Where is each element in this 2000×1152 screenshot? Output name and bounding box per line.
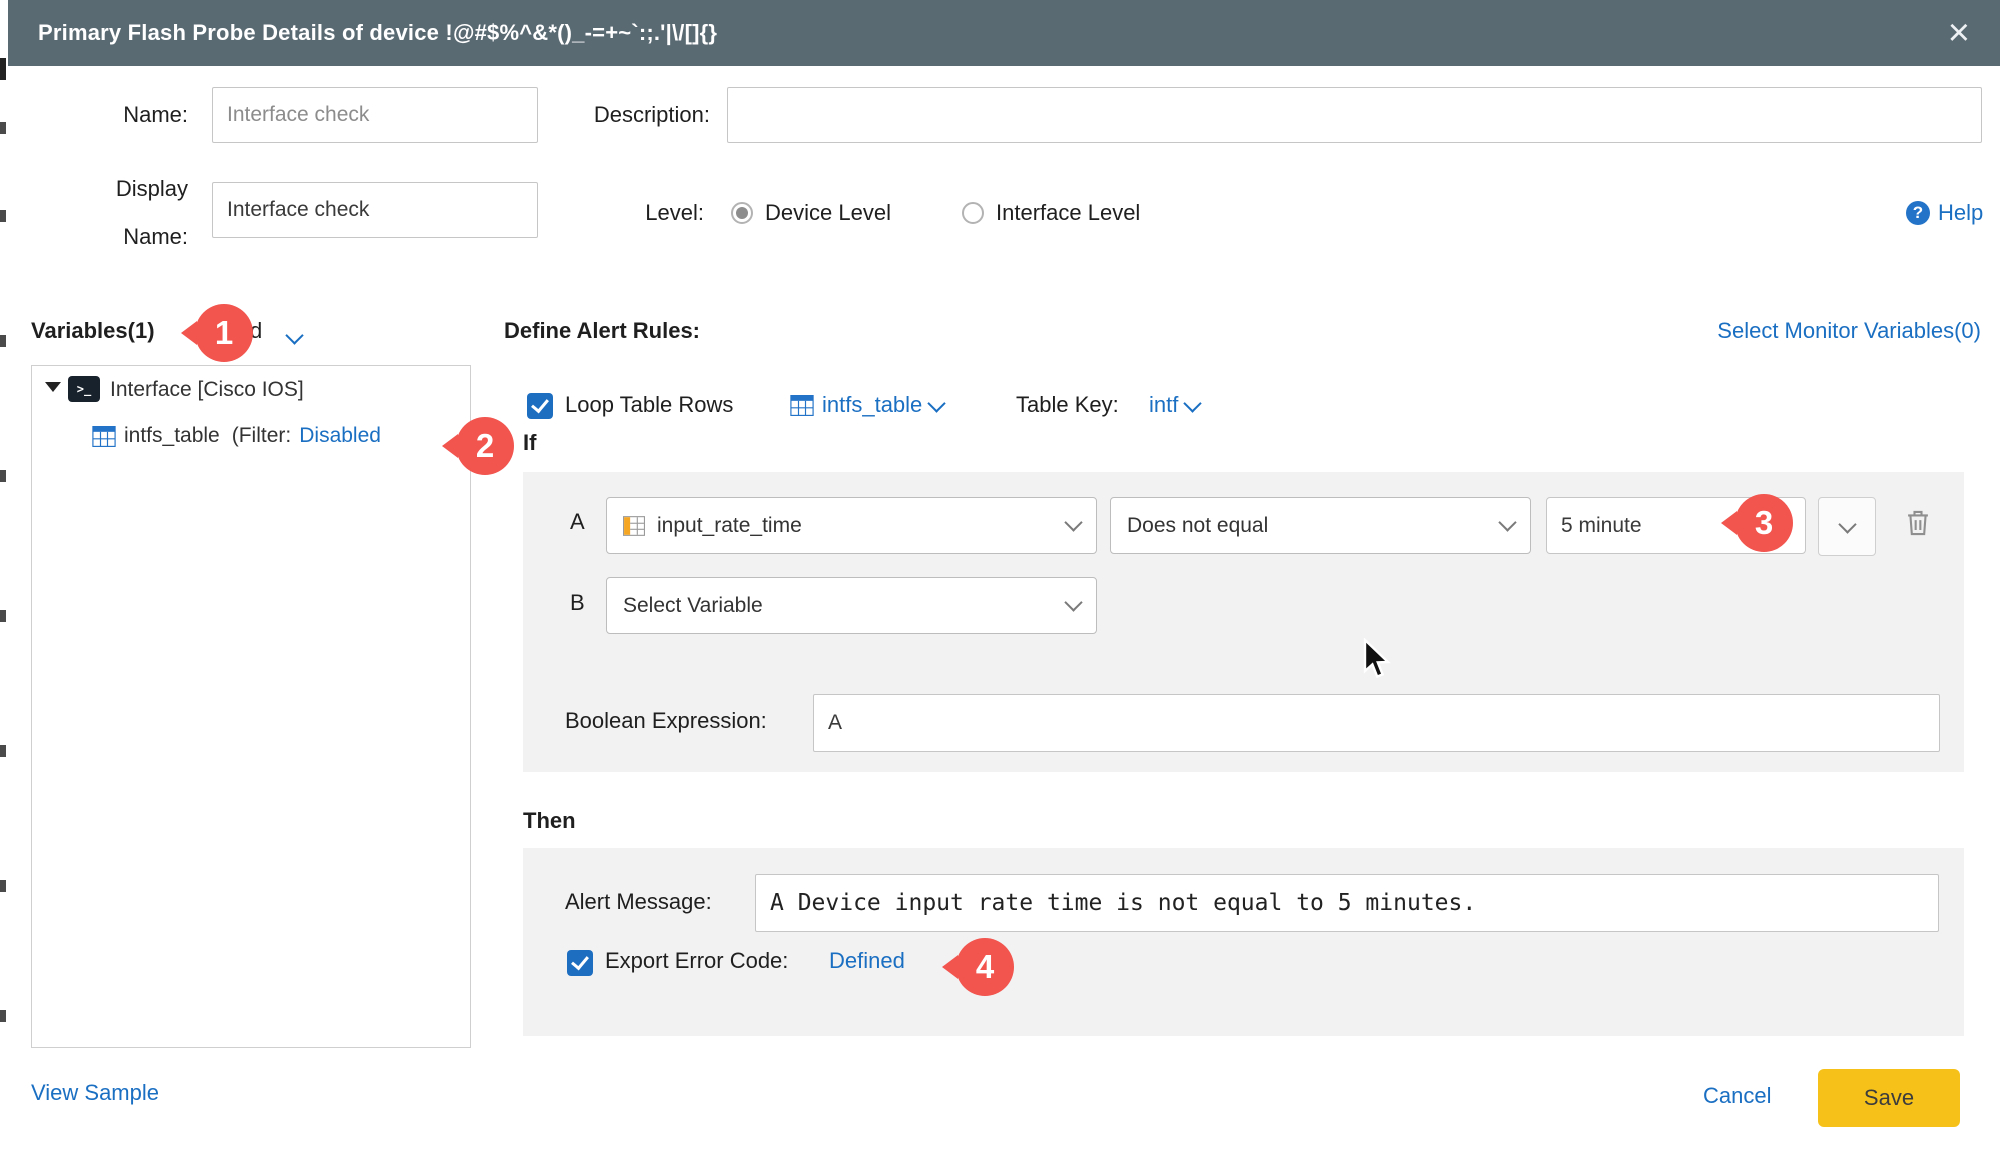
variables-tree-panel xyxy=(31,365,471,1048)
radio-device-level-label: Device Level xyxy=(765,200,891,226)
alert-rules-header: Define Alert Rules: xyxy=(504,318,700,344)
operator-a-value: Does not equal xyxy=(1127,514,1268,538)
tree-node-table[interactable]: intfs_table (Filter: Disabled xyxy=(92,424,381,448)
annotation-badge-2: 2 xyxy=(456,417,514,475)
value-a-dropdown-toggle[interactable] xyxy=(1818,497,1876,556)
terminal-icon: >_ xyxy=(68,376,100,402)
chevron-down-icon[interactable] xyxy=(285,326,303,344)
table-key-label: Table Key: xyxy=(1016,392,1119,418)
view-sample-link[interactable]: View Sample xyxy=(31,1080,159,1106)
chevron-down-icon xyxy=(1064,513,1082,531)
description-label: Description: xyxy=(560,102,710,128)
radio-interface-level[interactable] xyxy=(962,202,984,224)
variable-a-dropdown[interactable]: input_rate_time xyxy=(606,497,1097,554)
display-name-label: Display Name: xyxy=(40,165,188,261)
background-fragment xyxy=(0,335,6,347)
filter-prefix: (Filter: xyxy=(232,424,292,448)
variable-b-value: Select Variable xyxy=(623,594,763,618)
display-name-label-line1: Display xyxy=(116,176,188,201)
chevron-down-icon xyxy=(1838,515,1856,533)
cancel-button[interactable]: Cancel xyxy=(1703,1083,1771,1109)
tree-node-table-label: intfs_table xyxy=(124,424,220,448)
table-select-label: intfs_table xyxy=(822,392,922,418)
filter-value-link[interactable]: Disabled xyxy=(299,424,381,448)
name-label: Name: xyxy=(58,102,188,128)
annotation-badge-1: 1 xyxy=(195,304,253,362)
background-fragment xyxy=(0,1010,6,1022)
name-input[interactable] xyxy=(212,87,538,143)
table-key-dropdown[interactable]: intf xyxy=(1149,392,1199,418)
export-error-code-checkbox[interactable] xyxy=(567,950,593,976)
variable-b-dropdown[interactable]: Select Variable xyxy=(606,577,1097,634)
loop-table-rows-label: Loop Table Rows xyxy=(565,392,733,418)
radio-interface-level-label: Interface Level xyxy=(996,200,1140,226)
boolean-expression-input[interactable] xyxy=(813,694,1940,752)
row-a-label: A xyxy=(570,509,585,535)
row-b-label: B xyxy=(570,590,585,616)
dialog-titlebar: Primary Flash Probe Details of device !@… xyxy=(8,0,2000,66)
chevron-down-icon xyxy=(1064,593,1082,611)
operator-a-dropdown[interactable]: Does not equal xyxy=(1110,497,1531,554)
annotation-badge-4: 4 xyxy=(956,938,1014,996)
delete-rule-icon[interactable] xyxy=(1904,507,1932,544)
chevron-down-icon xyxy=(1184,394,1202,412)
level-label: Level: xyxy=(594,200,704,226)
help-label: Help xyxy=(1938,200,1983,226)
table-select-dropdown[interactable]: intfs_table xyxy=(790,392,943,418)
save-button[interactable]: Save xyxy=(1818,1069,1960,1127)
help-icon: ? xyxy=(1906,201,1930,225)
annotation-badge-3: 3 xyxy=(1735,494,1793,552)
table-icon xyxy=(92,426,116,447)
chevron-down-icon xyxy=(928,394,946,412)
select-monitor-variables-link[interactable]: Select Monitor Variables(0) xyxy=(1717,318,1981,344)
background-fragment xyxy=(0,880,6,892)
column-icon xyxy=(623,516,645,536)
radio-device-level[interactable] xyxy=(731,202,753,224)
display-name-input[interactable] xyxy=(212,182,538,238)
tree-expand-icon[interactable] xyxy=(45,382,61,392)
boolean-expression-label: Boolean Expression: xyxy=(565,708,767,734)
export-error-code-defined-link[interactable]: Defined xyxy=(829,948,905,974)
background-fragment xyxy=(0,210,6,222)
loop-table-rows-checkbox[interactable] xyxy=(527,393,553,419)
if-label: If xyxy=(523,430,536,456)
dialog-title: Primary Flash Probe Details of device !@… xyxy=(38,20,717,46)
background-fragment xyxy=(0,470,6,482)
alert-message-label: Alert Message: xyxy=(565,889,712,915)
chevron-down-icon xyxy=(1498,513,1516,531)
tree-node-device[interactable]: Interface [Cisco IOS] xyxy=(110,378,304,402)
screen: Primary Flash Probe Details of device !@… xyxy=(0,0,2000,1152)
background-fragment xyxy=(0,58,6,80)
table-icon xyxy=(790,395,814,416)
then-label: Then xyxy=(523,808,576,834)
display-name-label-line2: Name: xyxy=(123,224,188,249)
background-fragment xyxy=(0,745,6,757)
mouse-cursor xyxy=(1362,638,1392,680)
background-fragment xyxy=(0,610,6,622)
close-icon[interactable]: × xyxy=(1948,14,1970,52)
alert-message-input[interactable] xyxy=(755,874,1939,932)
variable-a-value: input_rate_time xyxy=(657,514,802,538)
variables-header: Variables(1) xyxy=(31,318,155,344)
background-page-edge xyxy=(0,0,8,1152)
table-key-value: intf xyxy=(1149,392,1178,418)
export-error-code-label: Export Error Code: xyxy=(605,948,788,974)
background-fragment xyxy=(0,122,6,134)
description-input[interactable] xyxy=(727,87,1982,143)
